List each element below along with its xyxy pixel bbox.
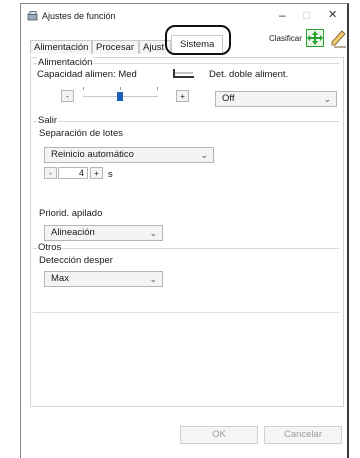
chevron-down-icon: ⌄ (149, 274, 157, 284)
capacity-decrease-button[interactable]: - (61, 90, 74, 102)
chevron-down-icon: ⌄ (323, 94, 331, 104)
output-group-title: Salir (37, 115, 59, 126)
capacity-increase-button[interactable]: + (176, 90, 189, 102)
ok-button[interactable]: OK (180, 426, 258, 444)
tab-label: Sistema (180, 39, 215, 50)
close-button[interactable]: ✕ (328, 8, 337, 21)
output-group: Salir Separación de lotes Reinicio autom… (33, 115, 339, 247)
double-feed-value: Off (222, 93, 235, 104)
slider-tick (83, 87, 84, 90)
skew-detection-value: Max (51, 273, 69, 284)
batch-label: Separación de lotes (39, 128, 123, 139)
chevron-down-icon: ⌄ (200, 150, 208, 160)
skew-detection-select[interactable]: Max ⌄ (44, 271, 163, 287)
stack-priority-select[interactable]: Alineación ⌄ (44, 225, 163, 241)
other-group: Otros Detección desper Max ⌄ (33, 242, 339, 309)
skew-detection-label: Detección desper (39, 255, 113, 266)
window-title: Ajustes de función (42, 11, 116, 21)
maximize-button[interactable]: □ (303, 8, 310, 22)
other-group-title: Otros (37, 242, 63, 253)
settings-window: Ajustes de función – □ ✕ Alimentación Pr… (20, 3, 349, 458)
feed-group: Alimentación Capacidad alimen: Med Det. … (33, 57, 339, 112)
tab-alimentacion[interactable]: Alimentación (30, 40, 92, 54)
tab-procesar[interactable]: Procesar (92, 40, 139, 54)
seconds-decrease-button[interactable]: - (44, 167, 57, 179)
settings-panel: Alimentación Capacidad alimen: Med Det. … (30, 57, 344, 407)
tab-label: Procesar (96, 42, 135, 53)
edit-icon[interactable] (330, 28, 348, 48)
tab-label: Alimentación (34, 42, 89, 53)
tab-label: Ajust (143, 42, 165, 53)
title-bar: Ajustes de función – □ ✕ (21, 4, 347, 28)
sort-icon[interactable] (306, 29, 324, 47)
capacity-label: Capacidad alimen: Med (37, 69, 137, 80)
batch-value: Reinicio automático (51, 149, 134, 160)
slider-tick (157, 87, 158, 90)
capacity-slider-thumb[interactable] (117, 92, 123, 101)
double-feed-select[interactable]: Off ⌄ (215, 91, 337, 107)
seconds-increase-button[interactable]: + (90, 167, 103, 179)
seconds-unit: s (108, 169, 113, 180)
feed-group-title: Alimentación (37, 57, 94, 68)
feed-tray-icon (173, 69, 194, 78)
divider (33, 312, 339, 313)
batch-select[interactable]: Reinicio automático ⌄ (44, 147, 214, 163)
tab-ajust[interactable]: Ajust (139, 40, 171, 54)
slider-tick (120, 87, 121, 90)
double-feed-label: Det. doble aliment. (209, 69, 289, 80)
app-icon (27, 11, 38, 21)
sort-label: Clasificar (269, 34, 302, 43)
tab-sistema[interactable]: Sistema (171, 35, 223, 55)
chevron-down-icon: ⌄ (149, 228, 157, 238)
cancel-button[interactable]: Cancelar (264, 426, 342, 444)
minimize-button[interactable]: – (279, 8, 286, 22)
stack-priority-label: Priorid. apilado (39, 208, 103, 219)
stack-priority-value: Alineación (51, 227, 95, 238)
seconds-input[interactable]: 4 (58, 167, 88, 179)
